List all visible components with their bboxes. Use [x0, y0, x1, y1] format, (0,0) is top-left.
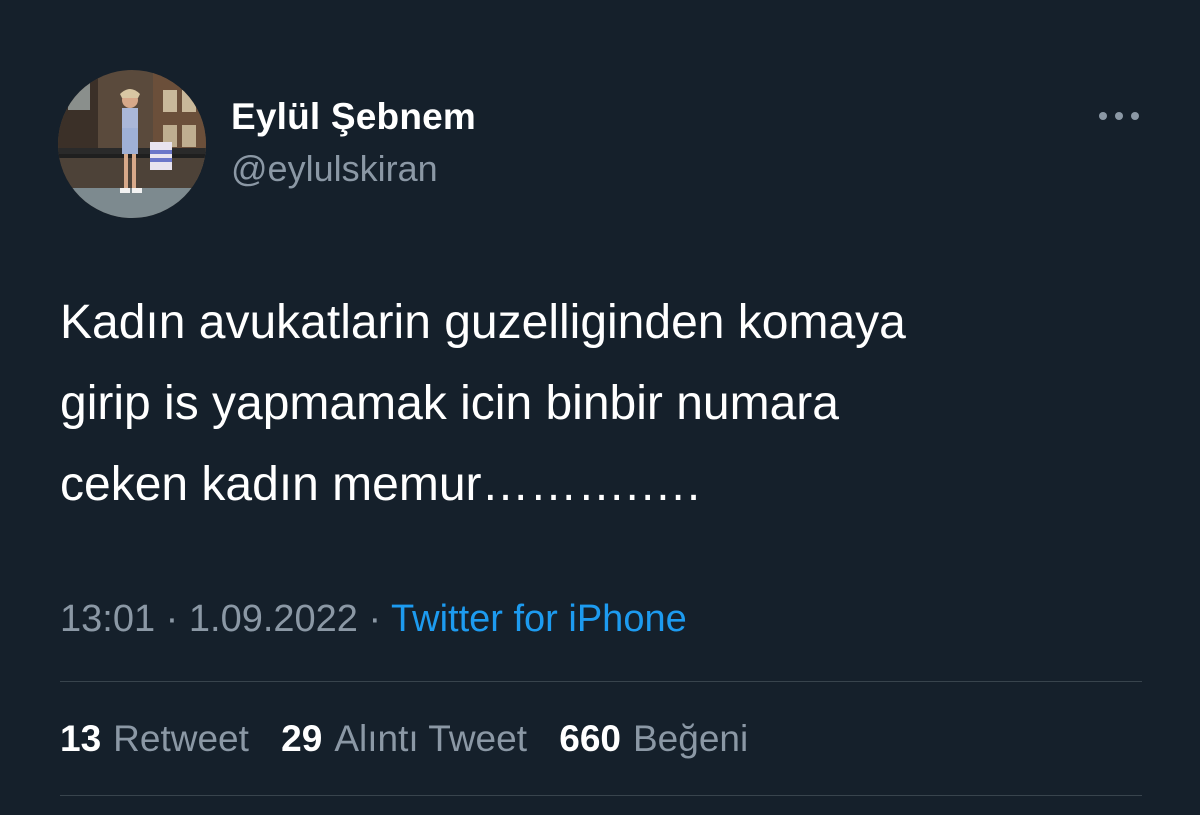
retweets-count: 13 — [60, 718, 102, 759]
likes-label: Beğeni — [633, 718, 749, 759]
meta-separator: · — [165, 598, 179, 640]
tweet-text-line: ceken kadın memur……….…. — [60, 458, 701, 511]
tweet-text-line: girip is yapmamak icin binbir numara — [60, 377, 839, 430]
more-horizontal-icon — [1099, 112, 1139, 120]
tweet-text-line: Kadın avukatlarin guzelliginden komaya — [60, 296, 906, 349]
display-name[interactable]: Eylül Şebnem — [231, 96, 476, 138]
tweet-text: Kadın avukatlarin guzelliginden komaya g… — [60, 282, 1160, 525]
meta-separator: · — [368, 598, 382, 640]
tweet-metadata: 13:01 · 1.09.2022 · Twitter for iPhone — [60, 598, 687, 641]
likes-stat[interactable]: 660 Beğeni — [559, 718, 748, 760]
tweet-card: Eylül Şebnem @eylulskiran Kadın avukatla… — [0, 0, 1200, 815]
more-options-button[interactable] — [1094, 100, 1144, 132]
quotes-label: Alıntı Tweet — [334, 718, 527, 759]
retweets-stat[interactable]: 13 Retweet — [60, 718, 249, 760]
quotes-stat[interactable]: 29 Alıntı Tweet — [281, 718, 527, 760]
tweet-date[interactable]: 1.09.2022 — [189, 598, 358, 640]
quotes-count: 29 — [281, 718, 323, 759]
likes-count: 660 — [559, 718, 621, 759]
divider — [60, 795, 1142, 796]
divider — [60, 681, 1142, 682]
user-handle[interactable]: @eylulskiran — [231, 148, 438, 190]
tweet-time[interactable]: 13:01 — [60, 598, 155, 640]
tweet-stats: 13 Retweet 29 Alıntı Tweet 660 Beğeni — [60, 718, 770, 760]
avatar[interactable] — [58, 70, 206, 218]
avatar-photo — [58, 70, 206, 218]
tweet-source-link[interactable]: Twitter for iPhone — [391, 598, 687, 640]
retweets-label: Retweet — [113, 718, 249, 759]
